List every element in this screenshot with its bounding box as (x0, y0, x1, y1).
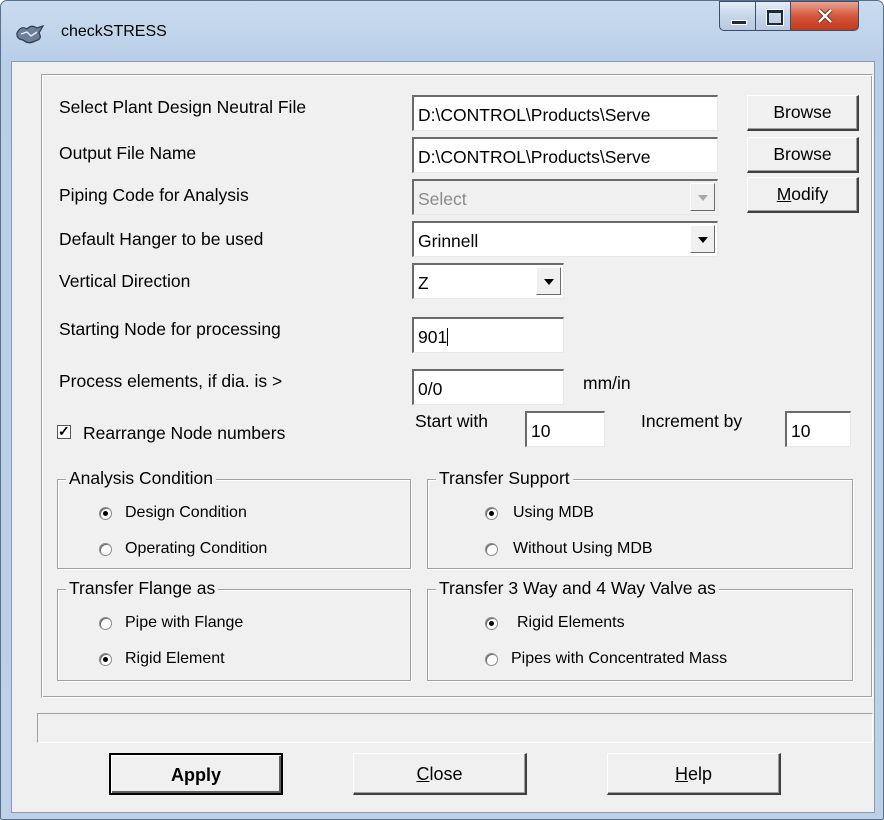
chevron-down-icon[interactable] (536, 267, 561, 295)
text-cursor (447, 328, 449, 346)
minimize-icon (731, 20, 747, 25)
pipe-with-flange-label: Pipe with Flange (125, 614, 244, 631)
start-node-input[interactable]: 901 (412, 317, 564, 353)
using-mdb-radio[interactable] (485, 507, 498, 520)
transfer-flange-title: Transfer Flange as (66, 578, 219, 599)
modify-button[interactable]: Modify (747, 177, 859, 213)
maximize-icon (767, 10, 783, 25)
hanger-value: Grinnell (418, 231, 479, 251)
hanger-select[interactable]: Grinnell (412, 221, 718, 257)
close-label-rest: lose (429, 764, 463, 784)
maximize-button[interactable] (755, 1, 791, 31)
diameter-input[interactable]: 0/0 (412, 369, 564, 405)
diameter-label: Process elements, if dia. is > (59, 371, 283, 391)
using-mdb-label: Using MDB (513, 504, 594, 521)
help-button[interactable]: Help (607, 753, 781, 795)
analysis-condition-title: Analysis Condition (66, 468, 216, 489)
design-condition-label: Design Condition (125, 504, 247, 521)
operating-condition-radio[interactable] (99, 543, 112, 556)
window-title: checkSTRESS (61, 23, 167, 40)
output-file-label: Output File Name (59, 143, 197, 163)
help-mnemonic: H (674, 764, 688, 784)
design-condition-radio[interactable] (99, 507, 112, 520)
piping-code-label: Piping Code for Analysis (59, 185, 249, 205)
rigid-element-label: Rigid Element (125, 650, 225, 667)
rearrange-checkbox[interactable]: ✓ (57, 423, 71, 439)
pdn-file-label: Select Plant Design Neutral File (59, 97, 307, 117)
checkmark-icon: ✓ (58, 423, 70, 439)
close-window-button[interactable] (790, 1, 859, 31)
operating-condition-label: Operating Condition (125, 540, 268, 557)
help-label-rest: elp (687, 764, 713, 784)
transfer-flange-group: Transfer Flange as (57, 578, 411, 681)
browse-pdn-button[interactable]: Browse (747, 95, 859, 131)
minimize-button[interactable] (719, 1, 756, 31)
concentrated-mass-label: Pipes with Concentrated Mass (511, 650, 728, 667)
output-file-input[interactable]: D:\CONTROL\Products\Serve (412, 137, 718, 173)
concentrated-mass-radio[interactable] (485, 653, 498, 666)
piping-code-value: Select (418, 189, 467, 209)
chevron-down-icon (690, 183, 715, 211)
apply-button[interactable]: Apply (109, 753, 283, 795)
transfer-valve-title: Transfer 3 Way and 4 Way Valve as (436, 578, 719, 599)
start-with-label: Start with (415, 411, 488, 431)
pdn-file-input[interactable]: D:\CONTROL\Products\Serve (412, 95, 718, 131)
rigid-elements-label: Rigid Elements (517, 614, 625, 631)
without-mdb-radio[interactable] (485, 543, 498, 556)
pipe-with-flange-radio[interactable] (99, 617, 112, 630)
modify-label-rest: odify (791, 184, 829, 204)
vertical-direction-value: Z (418, 273, 429, 293)
transfer-support-title: Transfer Support (436, 468, 573, 489)
vertical-direction-label: Vertical Direction (59, 271, 191, 291)
close-button[interactable]: Close (353, 753, 527, 795)
rigid-elements-radio[interactable] (485, 617, 498, 630)
diameter-unit-label: mm/in (583, 373, 631, 393)
vertical-direction-select[interactable]: Z (412, 263, 564, 299)
dialog-window: checkSTRESS Select Plant Design Neutral … (0, 0, 884, 820)
increment-input[interactable]: 10 (785, 411, 851, 447)
checkstress-app-icon (16, 24, 45, 44)
increment-label: Increment by (641, 411, 743, 431)
close-icon (817, 9, 833, 23)
title-bar[interactable]: checkSTRESS (1, 1, 884, 61)
start-node-label: Starting Node for processing (59, 319, 281, 339)
rigid-element-radio[interactable] (99, 653, 112, 666)
browse-output-button[interactable]: Browse (747, 137, 859, 173)
start-node-value: 901 (418, 327, 448, 347)
caption-buttons (719, 1, 859, 33)
status-bar (37, 713, 873, 743)
without-mdb-label: Without Using MDB (513, 540, 653, 557)
start-with-input[interactable]: 10 (525, 411, 605, 447)
chevron-down-icon[interactable] (690, 225, 715, 253)
hanger-label: Default Hanger to be used (59, 229, 264, 249)
modify-mnemonic: M (776, 184, 792, 204)
close-mnemonic: C (416, 764, 430, 784)
rearrange-label: Rearrange Node numbers (83, 423, 286, 443)
piping-code-select: Select (412, 179, 718, 215)
